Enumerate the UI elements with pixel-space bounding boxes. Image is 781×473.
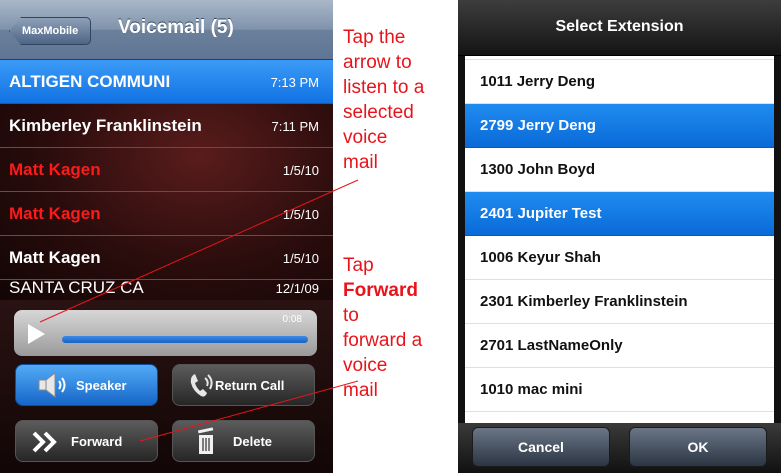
extension-label: 1010 mac mini bbox=[480, 381, 583, 398]
back-button[interactable]: MaxMobile bbox=[9, 17, 91, 45]
extension-item[interactable]: 2401 Jupiter Test bbox=[465, 192, 774, 236]
cancel-button[interactable]: Cancel bbox=[472, 427, 610, 467]
forward-label: Forward bbox=[71, 434, 123, 449]
speaker-label: Speaker bbox=[76, 378, 127, 393]
extension-label: 2401 Jupiter Test bbox=[480, 205, 602, 222]
voicemail-time: 1/5/10 bbox=[282, 207, 319, 222]
voicemail-list: ALTIGEN COMMUNI 7:13 PM Kimberley Frankl… bbox=[0, 60, 333, 300]
page-title: Voicemail (5) bbox=[118, 17, 234, 38]
caller-name: ALTIGEN COMMUNI bbox=[9, 72, 171, 91]
extension-item[interactable]: 1010 mac mini bbox=[465, 368, 774, 412]
caller-name: SANTA CRUZ CA bbox=[9, 278, 144, 297]
extension-item[interactable]: 1300 John Boyd bbox=[465, 148, 774, 192]
playback-panel: 0:08 Speaker Return Call Forward Delete bbox=[0, 300, 333, 473]
audio-player: 0:08 bbox=[14, 310, 317, 356]
caller-name: Matt Kagen bbox=[9, 204, 101, 223]
annotation-line: Tap the bbox=[343, 27, 406, 48]
extension-label: 2799 Jerry Deng bbox=[480, 117, 596, 134]
delete-button[interactable]: Delete bbox=[172, 420, 315, 462]
voicemail-time: 7:13 PM bbox=[270, 75, 319, 90]
header-bar: Select Extension bbox=[458, 0, 781, 56]
voicemail-row[interactable]: ALTIGEN COMMUNI 7:13 PM bbox=[0, 60, 333, 104]
extension-item[interactable]: 1011 Jerry Deng bbox=[465, 60, 774, 104]
extension-item[interactable]: 2799 Jerry Deng bbox=[465, 104, 774, 148]
forward-button[interactable]: Forward bbox=[15, 420, 158, 462]
voicemail-row[interactable]: Matt Kagen 1/5/10 bbox=[0, 192, 333, 236]
progress-slider[interactable] bbox=[62, 336, 308, 343]
return-call-button[interactable]: Return Call bbox=[172, 364, 315, 406]
extension-list: 1011 Jerry Deng 2799 Jerry Deng 1300 Joh… bbox=[465, 56, 774, 423]
speaker-button[interactable]: Speaker bbox=[15, 364, 158, 406]
return-call-label: Return Call bbox=[215, 378, 285, 393]
trash-icon bbox=[195, 425, 217, 460]
annotation-line: voice bbox=[343, 127, 388, 148]
extension-item[interactable]: 1006 Keyur Shah bbox=[465, 236, 774, 280]
select-extension-screen: Select Extension 1011 Jerry Deng 2799 Je… bbox=[458, 0, 781, 473]
annotation-line: arrow to bbox=[343, 52, 412, 73]
play-icon[interactable] bbox=[28, 324, 45, 344]
voicemail-time: 12/1/09 bbox=[275, 281, 319, 296]
navigation-bar: MaxMobile Voicemail (5) bbox=[0, 0, 333, 60]
speaker-icon bbox=[38, 371, 72, 402]
listen-annotation: Tap the arrow to listen to a selected vo… bbox=[343, 25, 448, 175]
extension-item[interactable]: 2301 Kimberley Franklinstein bbox=[465, 280, 774, 324]
forward-icon bbox=[32, 430, 60, 457]
voicemail-time: 1/5/10 bbox=[282, 163, 319, 178]
page-title: Select Extension bbox=[555, 18, 684, 35]
annotation-line: Tap bbox=[343, 255, 374, 276]
caller-name: Matt Kagen bbox=[9, 248, 101, 267]
annotation-line: forward a bbox=[343, 330, 423, 351]
extension-label: 1300 John Boyd bbox=[480, 161, 596, 178]
delete-label: Delete bbox=[233, 434, 273, 449]
voicemail-time: 7:11 PM bbox=[271, 119, 319, 134]
annotation-line: mail bbox=[343, 380, 378, 401]
voicemail-row[interactable]: Kimberley Franklinstein 7:11 PM bbox=[0, 104, 333, 148]
ok-button[interactable]: OK bbox=[629, 427, 767, 467]
extension-item[interactable]: 2701 LastNameOnly bbox=[465, 324, 774, 368]
voicemail-screen: MaxMobile Voicemail (5) ALTIGEN COMMUNI … bbox=[0, 0, 333, 473]
extension-label: 2301 Kimberley Franklinstein bbox=[480, 293, 688, 310]
annotation-line: voice bbox=[343, 355, 388, 376]
extension-label: 1011 Jerry Deng bbox=[480, 73, 596, 90]
voicemail-time: 1/5/10 bbox=[282, 251, 319, 266]
voicemail-row[interactable]: Matt Kagen 1/5/10 bbox=[0, 148, 333, 192]
caller-name: Kimberley Franklinstein bbox=[9, 116, 202, 135]
voicemail-row[interactable]: Matt Kagen 1/5/10 bbox=[0, 236, 333, 280]
extension-label: 1006 Keyur Shah bbox=[480, 249, 601, 266]
playback-time: 0:08 bbox=[282, 314, 302, 325]
annotation-emphasis: Forward bbox=[343, 280, 418, 301]
annotation-line: to bbox=[343, 305, 359, 326]
voicemail-row[interactable]: SANTA CRUZ CA 12/1/09 bbox=[0, 278, 333, 300]
annotation-line: listen to a bbox=[343, 77, 425, 98]
annotation-line: mail bbox=[343, 152, 378, 173]
extension-label: 2701 LastNameOnly bbox=[480, 337, 623, 354]
forward-annotation: Tap Forward to forward a voice mail bbox=[343, 253, 448, 403]
annotation-line: selected bbox=[343, 102, 414, 123]
return-call-icon bbox=[187, 371, 217, 402]
footer-bar: Cancel OK bbox=[458, 423, 781, 473]
caller-name: Matt Kagen bbox=[9, 160, 101, 179]
